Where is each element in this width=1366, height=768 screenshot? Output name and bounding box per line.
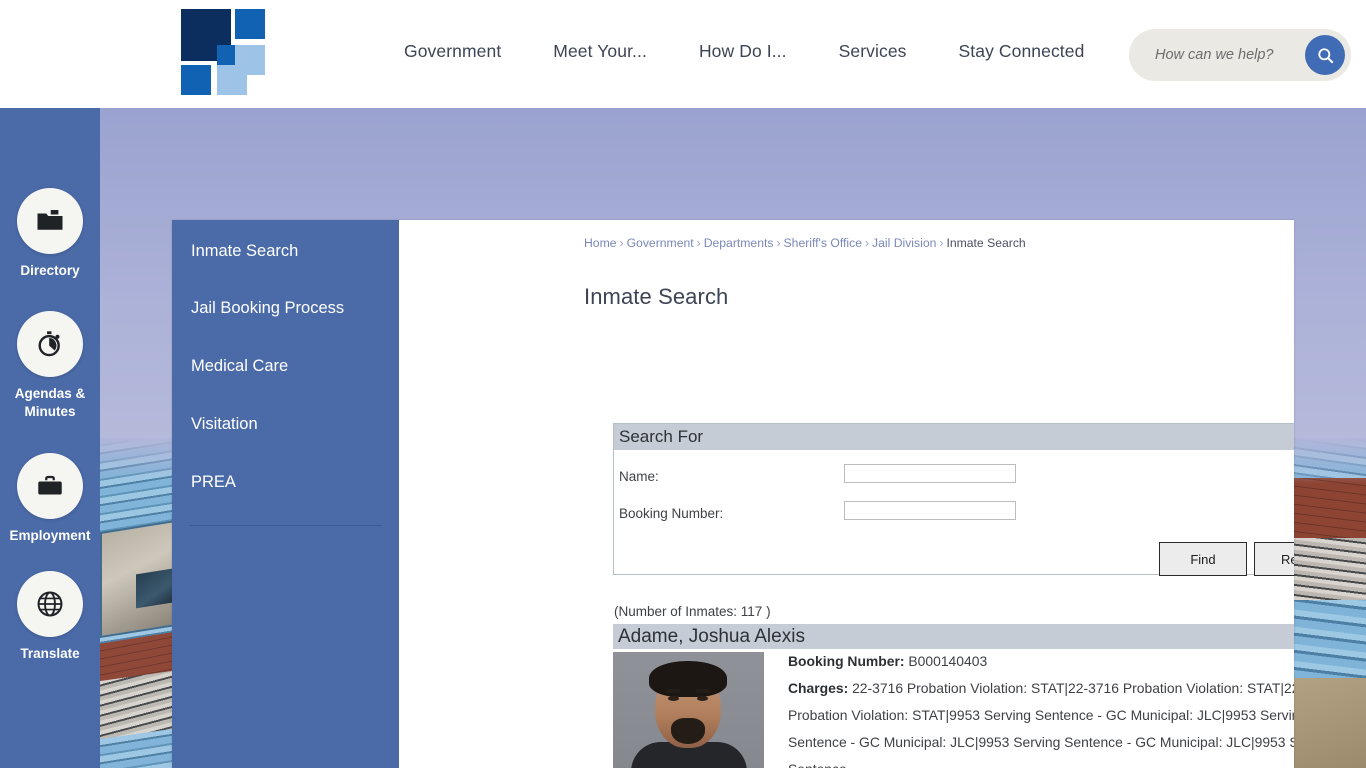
agendas-icon-circle bbox=[17, 311, 83, 377]
search-form-body: Name: Booking Number: Find Reset bbox=[614, 450, 1294, 576]
rail-item-agendas-minutes[interactable]: Agendas & Minutes bbox=[0, 311, 100, 421]
site-search[interactable] bbox=[1129, 29, 1351, 81]
rail-item-translate[interactable]: Translate bbox=[0, 571, 100, 663]
reset-button[interactable]: Reset bbox=[1254, 542, 1294, 576]
breadcrumb-current: Inmate Search bbox=[946, 236, 1026, 250]
background-photo-right bbox=[1294, 438, 1366, 768]
search-form-heading: Search For bbox=[614, 424, 1294, 450]
directory-icon-circle bbox=[17, 188, 83, 254]
page-title: Inmate Search bbox=[584, 284, 729, 309]
stopwatch-icon bbox=[38, 331, 60, 357]
briefcase-icon bbox=[38, 475, 62, 495]
nav-item-services[interactable]: Services bbox=[813, 41, 933, 62]
globe-icon bbox=[37, 591, 63, 617]
background-photo-left bbox=[96, 438, 176, 768]
section-side-menu: Inmate Search Jail Booking Process Medic… bbox=[172, 220, 399, 768]
nav-item-government[interactable]: Government bbox=[378, 41, 527, 62]
search-button[interactable] bbox=[1305, 35, 1345, 75]
rail-label-directory: Directory bbox=[20, 263, 80, 278]
main-content: Home › Government › Departments › Sheriff's Of… bbox=[399, 220, 1294, 768]
name-input[interactable] bbox=[844, 464, 1016, 483]
charges-row: Charges: 22-3716 Probation Violation: ST… bbox=[788, 675, 1294, 768]
inmate-count: (Number of Inmates: 117 ) bbox=[614, 604, 771, 619]
inmate-name-header: Adame, Joshua Alexis bbox=[613, 624, 1294, 649]
charges-value: 22-3716 Probation Violation: STAT|22-371… bbox=[788, 680, 1294, 768]
name-label: Name: bbox=[619, 469, 659, 484]
content-panel: Inmate Search Jail Booking Process Medic… bbox=[172, 220, 1294, 768]
nav-item-stay-connected[interactable]: Stay Connected bbox=[933, 41, 1111, 62]
booking-number-row: Booking Number: B000140403 bbox=[788, 648, 1294, 675]
rail-item-employment[interactable]: Employment bbox=[0, 453, 100, 545]
breadcrumb-separator: › bbox=[864, 236, 870, 250]
nav-item-how-do-i[interactable]: How Do I... bbox=[673, 41, 813, 62]
rail-label-translate: Translate bbox=[20, 646, 80, 661]
quick-links-rail: Directory Agendas & Minutes Employment T… bbox=[0, 108, 100, 768]
breadcrumb-separator: › bbox=[776, 236, 781, 250]
breadcrumb-government[interactable]: Government bbox=[627, 236, 694, 250]
folder-icon bbox=[37, 210, 63, 230]
sidebar-item-medical-care[interactable]: Medical Care bbox=[172, 356, 288, 376]
breadcrumb-sheriffs-office[interactable]: Sheriff's Office bbox=[784, 236, 862, 250]
breadcrumb-separator: › bbox=[696, 236, 701, 250]
rail-item-directory[interactable]: Directory bbox=[0, 188, 100, 280]
inmate-mugshot bbox=[613, 652, 764, 768]
charges-field-label: Charges: bbox=[788, 680, 849, 696]
booking-number-field-label: Booking Number: bbox=[788, 653, 905, 669]
sidebar-item-inmate-search[interactable]: Inmate Search bbox=[172, 241, 298, 261]
sidebar-item-visitation[interactable]: Visitation bbox=[172, 414, 258, 434]
rail-label-agendas-minutes: Agendas & Minutes bbox=[14, 386, 86, 419]
sidebar-item-jail-booking-process[interactable]: Jail Booking Process bbox=[172, 298, 344, 318]
county-logo[interactable] bbox=[181, 9, 275, 95]
sidebar-item-prea[interactable]: PREA bbox=[172, 472, 236, 492]
breadcrumb-departments[interactable]: Departments bbox=[704, 236, 774, 250]
search-icon bbox=[1317, 47, 1333, 63]
employment-icon-circle bbox=[17, 453, 83, 519]
sidebar-divider bbox=[189, 525, 382, 526]
booking-number-input[interactable] bbox=[844, 501, 1016, 520]
search-input[interactable] bbox=[1153, 46, 1303, 64]
breadcrumb: Home › Government › Departments › Sheriff's Of… bbox=[584, 236, 1026, 250]
breadcrumb-home[interactable]: Home bbox=[584, 236, 617, 250]
rail-label-employment: Employment bbox=[9, 528, 91, 543]
main-navigation[interactable]: Government Meet Your... How Do I... Serv… bbox=[378, 41, 1110, 62]
inmate-details: Booking Number: B000140403 Charges: 22-3… bbox=[788, 648, 1294, 768]
inmate-search-form: Search For Name: Booking Number: Find Re… bbox=[613, 423, 1294, 576]
translate-icon-circle bbox=[17, 571, 83, 637]
find-button[interactable]: Find bbox=[1159, 542, 1247, 576]
breadcrumb-jail-division[interactable]: Jail Division bbox=[872, 236, 936, 250]
nav-item-meet-your[interactable]: Meet Your... bbox=[527, 41, 673, 62]
booking-number-label: Booking Number: bbox=[619, 506, 724, 521]
booking-number-value: B000140403 bbox=[908, 653, 988, 669]
site-header: Government Meet Your... How Do I... Serv… bbox=[0, 0, 1366, 108]
breadcrumb-separator: › bbox=[939, 236, 944, 250]
breadcrumb-separator: › bbox=[619, 236, 624, 250]
